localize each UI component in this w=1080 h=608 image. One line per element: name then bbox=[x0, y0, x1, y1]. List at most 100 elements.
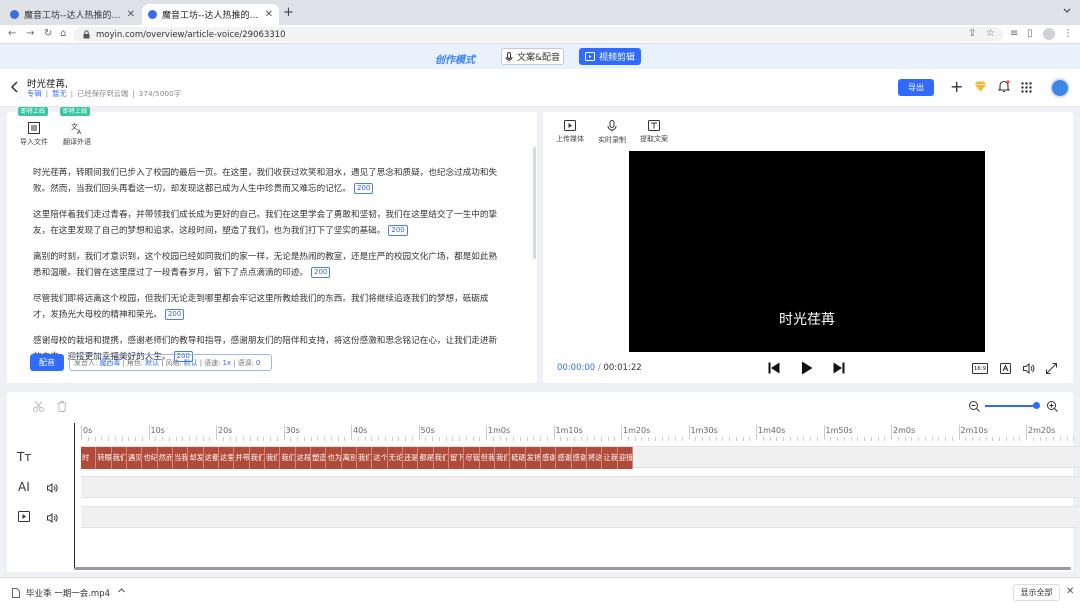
subtitle-clip[interactable]: 留下了 bbox=[449, 447, 465, 469]
side-panel-icon[interactable]: ▯ bbox=[1027, 28, 1033, 39]
vip-diamond-icon[interactable] bbox=[974, 81, 987, 92]
import-file-tool[interactable]: 导入文件 bbox=[20, 122, 48, 147]
script-text-area[interactable]: 时光荏苒，转眼间我们已步入了校园的最后一页。在这里，我们收获过欢笑和泪水，遇见了… bbox=[33, 165, 505, 365]
live-record-tool[interactable]: 实时录制 bbox=[598, 120, 626, 145]
volume-icon[interactable] bbox=[1023, 363, 1035, 374]
subtitle-clip[interactable]: 都是如 bbox=[418, 447, 434, 469]
script-paragraph[interactable]: 时光荏苒，转眼间我们已步入了校园的最后一页。在这里，我们收获过欢笑和泪水，遇见了… bbox=[33, 165, 505, 197]
subtitle-clip[interactable]: 砥砺 bbox=[510, 447, 526, 469]
subtitle-clip[interactable]: 这里陪 bbox=[219, 447, 235, 469]
subtitle-clip[interactable]: 我们已 bbox=[112, 447, 127, 469]
ai-voice-track-icon[interactable]: AI bbox=[18, 480, 30, 494]
subtitle-clip[interactable]: 我们曾 bbox=[434, 447, 449, 469]
share-icon[interactable]: ⇪ bbox=[968, 28, 976, 39]
subtitle-clip[interactable]: 时 bbox=[81, 447, 97, 469]
subtitle-clip[interactable]: 也为我 bbox=[326, 447, 342, 469]
zoom-in-icon[interactable] bbox=[1047, 401, 1058, 412]
delete-icon[interactable] bbox=[57, 401, 67, 412]
subtitle-clip[interactable]: 让我们 bbox=[602, 447, 618, 469]
playhead[interactable] bbox=[74, 423, 75, 569]
download-options-chevron-icon[interactable] bbox=[117, 586, 126, 595]
text-voice-button[interactable]: 文案&配音 bbox=[501, 48, 564, 65]
bookmark-star-icon[interactable]: ☆ bbox=[986, 28, 995, 39]
browser-menu-icon[interactable]: ⋮ bbox=[1063, 28, 1073, 39]
subtitle-clip[interactable]: 我们在 bbox=[265, 447, 281, 469]
reload-icon[interactable]: ↻ bbox=[44, 28, 52, 39]
previous-icon[interactable] bbox=[768, 362, 780, 374]
subtitle-style-icon[interactable] bbox=[1000, 363, 1011, 374]
new-tab-button[interactable]: + bbox=[283, 5, 294, 20]
upload-media-tool[interactable]: 上传媒体 bbox=[556, 120, 584, 144]
subtitle-clip[interactable]: 发扬光 bbox=[526, 447, 541, 469]
text-track-icon[interactable]: Tт bbox=[17, 450, 31, 464]
subtitle-clip[interactable]: 我们才 bbox=[357, 447, 373, 469]
subtitle-clip[interactable]: 这都已 bbox=[204, 447, 219, 469]
subtitle-clip[interactable]: 转眼间 bbox=[96, 447, 112, 469]
back-icon[interactable]: ← bbox=[8, 28, 16, 39]
zoom-out-icon[interactable] bbox=[969, 401, 980, 412]
play-icon[interactable] bbox=[801, 361, 813, 375]
subtitle-clip[interactable]: 塑造了 bbox=[311, 447, 327, 469]
add-icon[interactable]: + bbox=[950, 77, 963, 96]
translate-tool[interactable]: 文A 翻译外语 bbox=[63, 122, 91, 147]
user-avatar[interactable] bbox=[1050, 78, 1070, 98]
subtitle-clip[interactable]: 遇见了 bbox=[127, 447, 143, 469]
time-ruler[interactable]: 0s 10s 20s 30s 40s 50s 1m0s 1m10s 1m20s 1m30s 1m40… bbox=[74, 423, 1075, 441]
subtitle-clip[interactable]: 感谢 bbox=[541, 447, 557, 469]
close-tab-icon[interactable]: ✕ bbox=[265, 9, 273, 20]
script-paragraph[interactable]: 离别的时刻，我们才意识到，这个校园已经如同我们的家一样，无论是热闹的教室，还是庄… bbox=[33, 249, 505, 281]
subtitle-clip[interactable]: 但我们 bbox=[480, 447, 495, 469]
aspect-ratio-button[interactable]: 16:9 bbox=[972, 363, 988, 374]
subtitle-clip[interactable]: 还是庄 bbox=[403, 447, 419, 469]
subtitle-clip[interactable]: 感谢朋 bbox=[572, 447, 587, 469]
video-canvas[interactable]: 时光荏苒 bbox=[629, 151, 985, 352]
subtitle-clip[interactable]: 我们在 bbox=[280, 447, 296, 469]
text-track[interactable]: 时转眼间我们已遇见了也纪然而,当我们却发现这都已这里陪并带领我们在我们在我们在这… bbox=[81, 446, 1079, 469]
video-track-icon[interactable] bbox=[18, 511, 30, 522]
download-file-name[interactable]: 毕业季 一期一会.mp4 bbox=[26, 587, 110, 599]
dub-button[interactable]: 配音 bbox=[30, 354, 64, 371]
zoom-slider[interactable] bbox=[985, 405, 1035, 407]
url-bar[interactable]: moyin.com/overview/article-voice/2906331… bbox=[73, 27, 1003, 42]
show-all-button[interactable]: 显示全部 bbox=[1013, 584, 1060, 601]
tab-search-chevron-icon[interactable] bbox=[1062, 5, 1072, 15]
reading-list-icon[interactable]: ≡ bbox=[1010, 28, 1018, 39]
fullscreen-icon[interactable] bbox=[1046, 363, 1057, 374]
zoom-slider-handle[interactable] bbox=[1033, 402, 1040, 409]
video-track[interactable] bbox=[81, 506, 1079, 528]
home-icon[interactable]: ⌂ bbox=[60, 28, 66, 39]
subtitle-clip[interactable]: 这个校 bbox=[372, 447, 388, 469]
subtitle-clip[interactable]: 我们在 bbox=[250, 447, 265, 469]
document-title[interactable]: 时光荏苒, bbox=[27, 76, 68, 90]
voice-settings-select[interactable]: 发音人: 魔西毒 | 角色: 默认 | 风格: 默认 | 语速: 1x | 语调: 0 bbox=[69, 354, 272, 371]
subtitle-clip[interactable]: 感谢老 bbox=[556, 447, 572, 469]
forward-icon[interactable]: → bbox=[26, 28, 34, 39]
subtitle-clip[interactable]: 也纪 bbox=[142, 447, 158, 469]
track-volume-icon[interactable] bbox=[47, 513, 58, 523]
scissors-icon[interactable] bbox=[33, 401, 44, 412]
album-tag[interactable]: 专辑 bbox=[27, 89, 42, 99]
subtitle-clip[interactable]: 无论是 bbox=[388, 447, 403, 469]
notification-bell-icon[interactable] bbox=[998, 80, 1010, 93]
back-arrow-icon[interactable] bbox=[10, 81, 20, 93]
subtitle-clip-group[interactable]: 时转眼间我们已遇见了也纪然而,当我们却发现这都已这里陪并带领我们在我们在我们在这… bbox=[81, 447, 633, 469]
editor-scrollbar[interactable] bbox=[533, 147, 536, 259]
subtitle-clip[interactable]: 却发现 bbox=[188, 447, 204, 469]
script-paragraph[interactable]: 这里陪伴着我们走过青春，并带领我们成长成为更好的自己。我们在这里学会了勇敢和坚韧… bbox=[33, 207, 505, 239]
album-value[interactable]: 暂无 bbox=[52, 89, 67, 99]
subtitle-clip[interactable]: 尽管 bbox=[464, 447, 480, 469]
subtitle-clip[interactable]: 离别 bbox=[342, 447, 357, 469]
subtitle-clip[interactable]: 当我们 bbox=[173, 447, 189, 469]
timeline-scrollbar[interactable] bbox=[74, 567, 1071, 570]
profile-avatar-icon[interactable] bbox=[1043, 28, 1055, 40]
next-icon[interactable] bbox=[833, 362, 845, 374]
export-button[interactable]: 导出 bbox=[898, 79, 934, 96]
ai-voice-track[interactable] bbox=[81, 476, 1079, 498]
subtitle-clip[interactable]: 我们将 bbox=[495, 447, 511, 469]
close-download-bar-icon[interactable]: ✕ bbox=[1066, 586, 1074, 597]
apps-grid-icon[interactable] bbox=[1021, 82, 1032, 93]
browser-tab-2[interactable]: 魔音工坊--达人热推的短视频/有声... ✕ bbox=[142, 4, 279, 25]
subtitle-clip[interactable]: 迎接 bbox=[618, 447, 633, 469]
subtitle-clip[interactable]: 这段时 bbox=[296, 447, 311, 469]
script-paragraph[interactable]: 尽管我们即将远离这个校园，但我们无论走到哪里都会牢记这里所教给我们的东西。我们将… bbox=[33, 291, 505, 323]
